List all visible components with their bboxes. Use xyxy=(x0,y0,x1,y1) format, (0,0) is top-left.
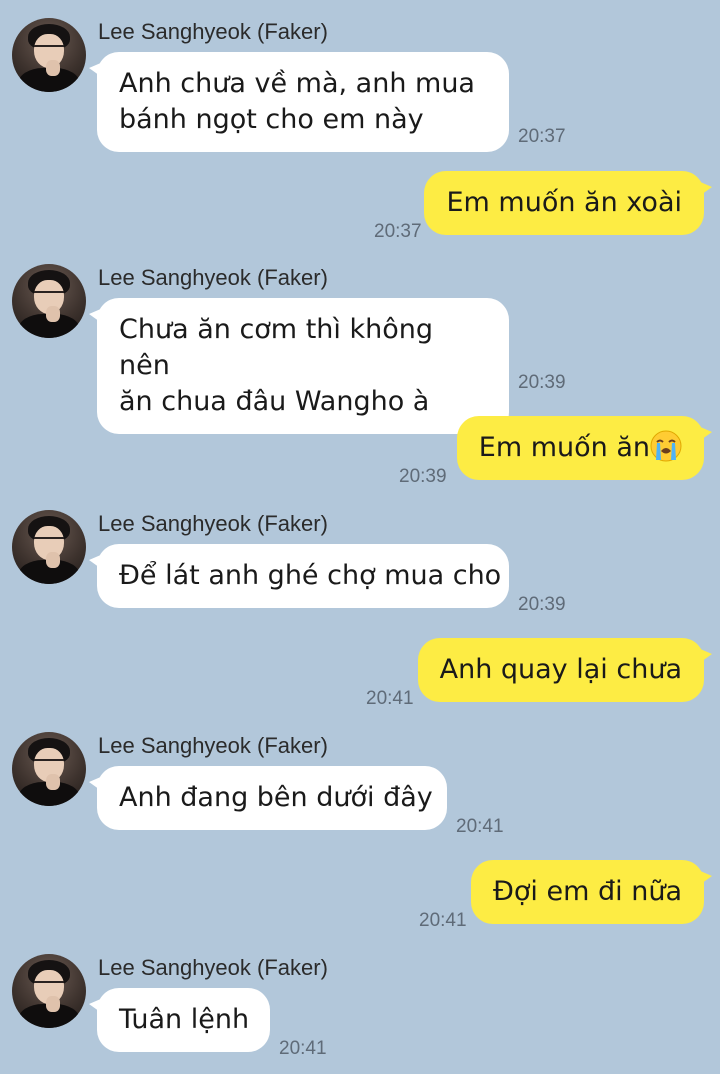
avatar[interactable] xyxy=(12,18,86,92)
message-time: 20:41 xyxy=(419,910,467,931)
sender-name: Lee Sanghyeok (Faker) xyxy=(98,511,328,536)
outgoing-message-bubble[interactable]: Em muốn ăn xyxy=(456,416,713,480)
message-text: Để lát anh ghé chợ mua cho xyxy=(119,560,502,591)
message-text: Anh quay lại chưa xyxy=(439,654,682,685)
message-text: Anh đang bên dưới đây xyxy=(119,782,433,813)
message-text: Em muốn ăn xyxy=(478,432,650,463)
message-bubble[interactable]: Anh đang bên dưới đây xyxy=(89,766,447,830)
sender-name: Lee Sanghyeok (Faker) xyxy=(98,19,328,44)
message-bubble[interactable]: Để lát anh ghé chợ mua cho xyxy=(89,544,509,608)
message-text-line: ăn chua đâu Wangho à xyxy=(119,386,430,417)
sender-name: Lee Sanghyeok (Faker) xyxy=(98,733,328,758)
chat-view[interactable]: Lee Sanghyeok (Faker) Anh chưa về mà, an… xyxy=(0,0,720,1074)
message-text-line: Chưa ăn cơm thì không nên xyxy=(119,314,433,381)
message-time: 20:39 xyxy=(518,372,566,393)
avatar[interactable] xyxy=(12,954,86,1028)
message-bubble[interactable]: Anh chưa về mà, anh mua bánh ngọt cho em… xyxy=(89,52,509,152)
message-time: 20:41 xyxy=(456,816,504,837)
message-text-line: bánh ngọt cho em này xyxy=(119,104,424,135)
message-time: 20:39 xyxy=(399,466,447,487)
loudly-crying-face-icon xyxy=(650,430,682,462)
message-time: 20:37 xyxy=(518,126,566,147)
message-time: 20:37 xyxy=(374,221,422,242)
message-text: Em muốn ăn xoài xyxy=(446,187,682,218)
outgoing-message-bubble[interactable]: Em muốn ăn xoài xyxy=(424,171,712,235)
outgoing-message-bubble[interactable]: Đợi em đi nữa xyxy=(470,860,713,924)
message-text-line: Anh chưa về mà, anh mua xyxy=(119,68,475,99)
sender-name: Lee Sanghyeok (Faker) xyxy=(98,265,328,290)
avatar[interactable] xyxy=(12,732,86,806)
sender-name: Lee Sanghyeok (Faker) xyxy=(98,955,328,980)
message-bubble[interactable]: Tuân lệnh xyxy=(89,988,270,1052)
message-time: 20:41 xyxy=(366,688,414,709)
message-bubble[interactable]: Chưa ăn cơm thì không nên ăn chua đâu Wa… xyxy=(89,298,509,434)
message-text: Tuân lệnh xyxy=(119,1004,250,1035)
message-time: 20:41 xyxy=(279,1038,327,1059)
message-time: 20:39 xyxy=(518,594,566,615)
avatar[interactable] xyxy=(12,264,86,338)
outgoing-message-bubble[interactable]: Anh quay lại chưa xyxy=(417,638,713,702)
message-text: Đợi em đi nữa xyxy=(492,876,682,907)
avatar[interactable] xyxy=(12,510,86,584)
